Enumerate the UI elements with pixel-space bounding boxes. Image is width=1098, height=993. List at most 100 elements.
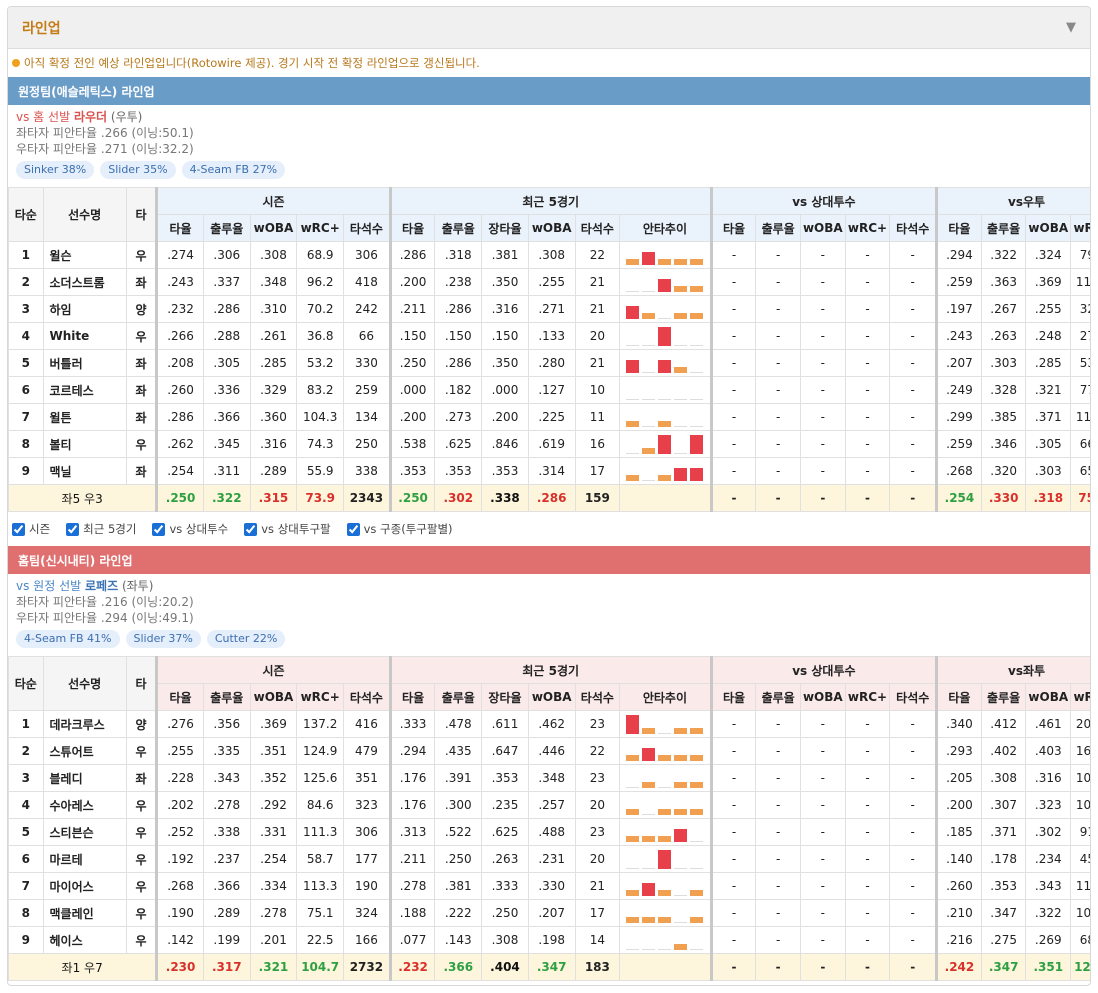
toggle-checkbox[interactable] [152, 522, 166, 536]
home-opposing-pitcher[interactable]: 로페즈 [85, 579, 118, 593]
toggle-option[interactable]: vs 상대투구팔 [244, 521, 331, 537]
wrc-column-header[interactable]: wRC+ [844, 683, 891, 711]
player-name[interactable]: 헤이스 [42, 926, 127, 954]
batter-row[interactable]: 7 마이어스 우 .268.366.334 113.3 190.278.381.333.3… [8, 872, 1090, 900]
away-opposing-pitcher[interactable]: 라우더 [74, 110, 107, 124]
hand-header[interactable]: 타 [125, 656, 158, 711]
batter-row[interactable]: 1 데라크루스 양 .276.356.369 137.2 416.333.478.611.… [8, 710, 1090, 738]
woba-column-header[interactable]: wOBA [527, 214, 576, 242]
player-name[interactable]: White [42, 322, 127, 350]
woba-column-header[interactable]: wOBA [1025, 683, 1072, 711]
pa-column-header[interactable]: 타석수 [574, 214, 621, 242]
player-name[interactable]: 맥닐 [42, 457, 127, 485]
obp-column-header[interactable]: 출루율 [434, 683, 483, 711]
season-total: 104.7 [296, 953, 345, 981]
woba-column-header[interactable]: wOBA [1025, 214, 1072, 242]
name-header[interactable]: 선수명 [42, 656, 127, 711]
toggle-option[interactable]: 시즌 [12, 521, 50, 537]
batter-row[interactable]: 1 윌슨 우 .274.306.308 68.9 306.286.318.381.308 2… [8, 241, 1090, 269]
batter-row[interactable]: 5 스티븐슨 우 .252.338.331 111.3 306.313.522.625.4… [8, 818, 1090, 846]
toggle-option[interactable]: vs 구종(투구팔별) [346, 521, 453, 537]
avg-column-header[interactable]: 타율 [935, 683, 982, 711]
obp-column-header[interactable]: 출루율 [980, 214, 1027, 242]
wrc-column-header[interactable]: wRC+ [296, 683, 345, 711]
batter-row[interactable]: 5 버틀러 좌 .208.305.285 53.2 330.250.286.350.280… [8, 349, 1090, 377]
player-name[interactable]: 마이어스 [42, 872, 127, 900]
wrc-column-header[interactable]: wRC+ [844, 214, 891, 242]
trend-column-header[interactable]: 안타추이 [619, 683, 712, 711]
toggle-checkbox[interactable] [346, 522, 360, 536]
recent-stat: .150 [388, 322, 436, 350]
avg-column-header[interactable]: 타율 [709, 214, 757, 242]
pa-column-header[interactable]: 타석수 [343, 683, 391, 711]
batter-row[interactable]: 6 마르테 우 .192.237.254 58.7 177.211.250.263.231… [8, 845, 1090, 873]
batter-row[interactable]: 4 수아레스 우 .202.278.292 84.6 323.176.300.235.25… [8, 791, 1090, 819]
batter-row[interactable]: 8 맥클레인 우 .190.289.278 75.1 324.188.222.250.20… [8, 899, 1090, 927]
player-name[interactable]: 수아레스 [42, 791, 127, 819]
obp-column-header[interactable]: 출루율 [434, 214, 483, 242]
woba-column-header[interactable]: wOBA [527, 683, 576, 711]
obp-column-header[interactable]: 출루율 [202, 214, 251, 242]
wrc-column-header[interactable]: wRC+ [1070, 214, 1090, 242]
player-name[interactable]: 윌슨 [42, 241, 127, 269]
hand-summary-right-count: 3 [95, 491, 103, 506]
away-pitcher-info: vs 홈 선발 라우더 (우투) 좌타자 피안타율 .266 (이닝:50.1)… [8, 105, 1090, 157]
player-name[interactable]: 볼티 [42, 430, 127, 458]
batter-row[interactable]: 4 White 우 .266.288.261 36.8 66.150.150.150.13… [8, 322, 1090, 350]
order-header[interactable]: 타순 [8, 187, 44, 242]
slg-column-header[interactable]: 장타율 [481, 683, 529, 711]
name-header[interactable]: 선수명 [42, 187, 127, 242]
hand-header[interactable]: 타 [125, 187, 158, 242]
toggle-option[interactable]: vs 상대투수 [152, 521, 228, 537]
pa-column-header[interactable]: 타석수 [574, 683, 621, 711]
player-name[interactable]: 블레디 [42, 764, 127, 792]
toggle-checkbox[interactable] [12, 522, 25, 536]
obp-column-header[interactable]: 출루율 [980, 683, 1027, 711]
batter-row[interactable]: 2 소더스트롬 좌 .243.337.348 96.2 418.200.238.350.2… [8, 268, 1090, 296]
toggle-option[interactable]: 최근 5경기 [66, 521, 136, 537]
obp-column-header[interactable]: 출루율 [755, 683, 801, 711]
player-name[interactable]: 스튜어트 [42, 737, 127, 765]
batter-row[interactable]: 9 맥닐 좌 .254.311.289 55.9 338.353.353.353.314 1… [8, 457, 1090, 485]
woba-column-header[interactable]: wOBA [800, 214, 846, 242]
player-name[interactable]: 하임 [42, 295, 127, 323]
pa-column-header[interactable]: 타석수 [343, 214, 391, 242]
avg-column-header[interactable]: 타율 [709, 683, 757, 711]
player-name[interactable]: 소더스트롬 [42, 268, 127, 296]
wrc-column-header[interactable]: wRC+ [296, 214, 345, 242]
batter-row[interactable]: 8 볼티 우 .262.345.316 74.3 250.538.625.846.619 1… [8, 430, 1090, 458]
avg-column-header[interactable]: 타율 [155, 683, 204, 711]
trend-column-header[interactable]: 안타추이 [619, 214, 712, 242]
obp-column-header[interactable]: 출루율 [755, 214, 801, 242]
pa-column-header[interactable]: 타석수 [889, 683, 938, 711]
pa-column-header[interactable]: 타석수 [889, 214, 938, 242]
woba-column-header[interactable]: wOBA [800, 683, 846, 711]
avg-column-header[interactable]: 타율 [388, 683, 436, 711]
order-header[interactable]: 타순 [8, 656, 44, 711]
lineup-panel-header[interactable]: 라인업 ▼ [8, 7, 1090, 49]
player-name[interactable]: 데라크루스 [42, 710, 127, 738]
toggle-checkbox[interactable] [66, 522, 80, 536]
avg-column-header[interactable]: 타율 [935, 214, 982, 242]
batter-row[interactable]: 6 코르테스 좌 .260.336.329 83.2 259.000.182.000.12… [8, 376, 1090, 404]
batter-row[interactable]: 9 헤이스 우 .142.199.201 22.5 166.077.143.308.198… [8, 926, 1090, 954]
batter-row[interactable]: 3 블레디 좌 .228.343.352 125.6 351.176.391.353.34… [8, 764, 1090, 792]
player-name[interactable]: 마르테 [42, 845, 127, 873]
player-name[interactable]: 윌튼 [42, 403, 127, 431]
batter-row[interactable]: 7 윌튼 좌 .286.366.360 104.3 134.200.273.200.225… [8, 403, 1090, 431]
player-name[interactable]: 코르테스 [42, 376, 127, 404]
player-name[interactable]: 맥클레인 [42, 899, 127, 927]
slg-column-header[interactable]: 장타율 [481, 214, 529, 242]
wrc-column-header[interactable]: wRC+ [1070, 683, 1090, 711]
woba-column-header[interactable]: wOBA [249, 214, 298, 242]
player-name[interactable]: 스티븐슨 [42, 818, 127, 846]
collapse-triangle-icon[interactable]: ▼ [1066, 20, 1076, 35]
woba-column-header[interactable]: wOBA [249, 683, 298, 711]
avg-column-header[interactable]: 타율 [388, 214, 436, 242]
batter-row[interactable]: 3 하임 양 .232.286.310 70.2 242.211.286.316.271 2… [8, 295, 1090, 323]
obp-column-header[interactable]: 출루율 [202, 683, 251, 711]
toggle-checkbox[interactable] [244, 522, 258, 536]
avg-column-header[interactable]: 타율 [155, 214, 204, 242]
batter-row[interactable]: 2 스튜어트 우 .255.335.351 124.9 479.294.435.647.4… [8, 737, 1090, 765]
player-name[interactable]: 버틀러 [42, 349, 127, 377]
